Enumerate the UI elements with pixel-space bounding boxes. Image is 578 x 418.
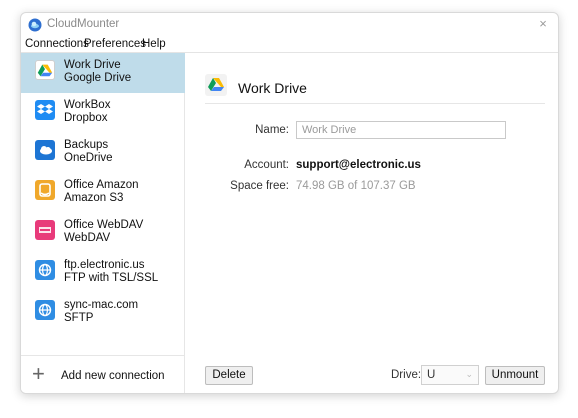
connection-service: Google Drive	[64, 72, 132, 84]
menu-preferences[interactable]: Preferences	[84, 38, 146, 50]
header-divider	[205, 103, 545, 104]
unmount-button[interactable]: Unmount	[485, 366, 545, 385]
dropbox-icon	[35, 100, 55, 120]
connection-name: Office Amazon	[64, 179, 139, 191]
drive-letter-select[interactable]: U ⌄	[421, 365, 479, 385]
connections-sidebar: Work Drive Google Drive WorkBox Dropbox …	[21, 53, 185, 393]
sftp-icon	[35, 300, 55, 320]
connection-details-panel: Work Drive Name: Account: support@electr…	[185, 53, 558, 393]
google-drive-icon	[35, 60, 55, 80]
ftp-icon	[35, 260, 55, 280]
app-window: CloudMounter × Connections Preferences H…	[20, 12, 559, 394]
name-field[interactable]	[296, 121, 506, 139]
details-title: Work Drive	[238, 80, 307, 96]
sidebar-item-workbox[interactable]: WorkBox Dropbox	[21, 93, 185, 133]
app-title: CloudMounter	[47, 18, 120, 30]
sidebar-item-ftp-electronic[interactable]: ftp.electronic.us FTP with TSL/SSL	[21, 253, 185, 293]
amazon-s3-icon	[35, 180, 55, 200]
connection-name: sync-mac.com	[64, 299, 139, 311]
connection-service: Dropbox	[64, 112, 108, 124]
sidebar-item-sync-mac[interactable]: sync-mac.com SFTP	[21, 293, 185, 333]
connection-service: Amazon S3	[64, 192, 124, 204]
menu-connections[interactable]: Connections	[25, 38, 89, 50]
account-value: support@electronic.us	[296, 159, 421, 171]
connection-service: FTP with TSL/SSL	[64, 272, 159, 284]
cloudmounter-logo-icon	[28, 18, 42, 32]
sidebar-item-office-amazon[interactable]: Office Amazon Amazon S3	[21, 173, 185, 213]
space-free-value: 74.98 GB of 107.37 GB	[296, 180, 416, 192]
drive-letter-value: U	[427, 369, 436, 381]
sidebar-item-backups[interactable]: Backups OneDrive	[21, 133, 185, 173]
sidebar-item-office-webdav[interactable]: Office WebDAV WebDAV	[21, 213, 185, 253]
name-label: Name:	[255, 124, 289, 136]
account-label: Account:	[244, 159, 289, 171]
chevron-down-icon: ⌄	[465, 369, 473, 379]
connection-name: Office WebDAV	[64, 219, 144, 231]
connection-name: Work Drive	[64, 59, 121, 71]
close-button[interactable]: ×	[535, 16, 551, 32]
onedrive-icon	[35, 140, 55, 160]
title-bar: CloudMounter ×	[21, 13, 558, 37]
delete-button[interactable]: Delete	[205, 366, 253, 385]
connection-name: Backups	[64, 139, 109, 151]
space-free-label: Space free:	[230, 180, 289, 192]
google-drive-icon	[205, 74, 227, 96]
connection-service: WebDAV	[64, 232, 111, 244]
connection-name: WorkBox	[64, 99, 111, 111]
webdav-icon	[35, 220, 55, 240]
menu-bar: Connections Preferences Help	[21, 37, 558, 53]
menu-help[interactable]: Help	[142, 38, 166, 50]
drive-label: Drive:	[391, 369, 422, 381]
plus-icon: +	[32, 361, 45, 386]
sidebar-item-work-drive[interactable]: Work Drive Google Drive	[21, 53, 185, 93]
add-connection-label: Add new connection	[61, 370, 165, 382]
connection-service: OneDrive	[64, 152, 113, 164]
connection-service: SFTP	[64, 312, 94, 324]
add-connection-button[interactable]: + Add new connection	[21, 355, 185, 393]
connection-name: ftp.electronic.us	[64, 259, 145, 271]
